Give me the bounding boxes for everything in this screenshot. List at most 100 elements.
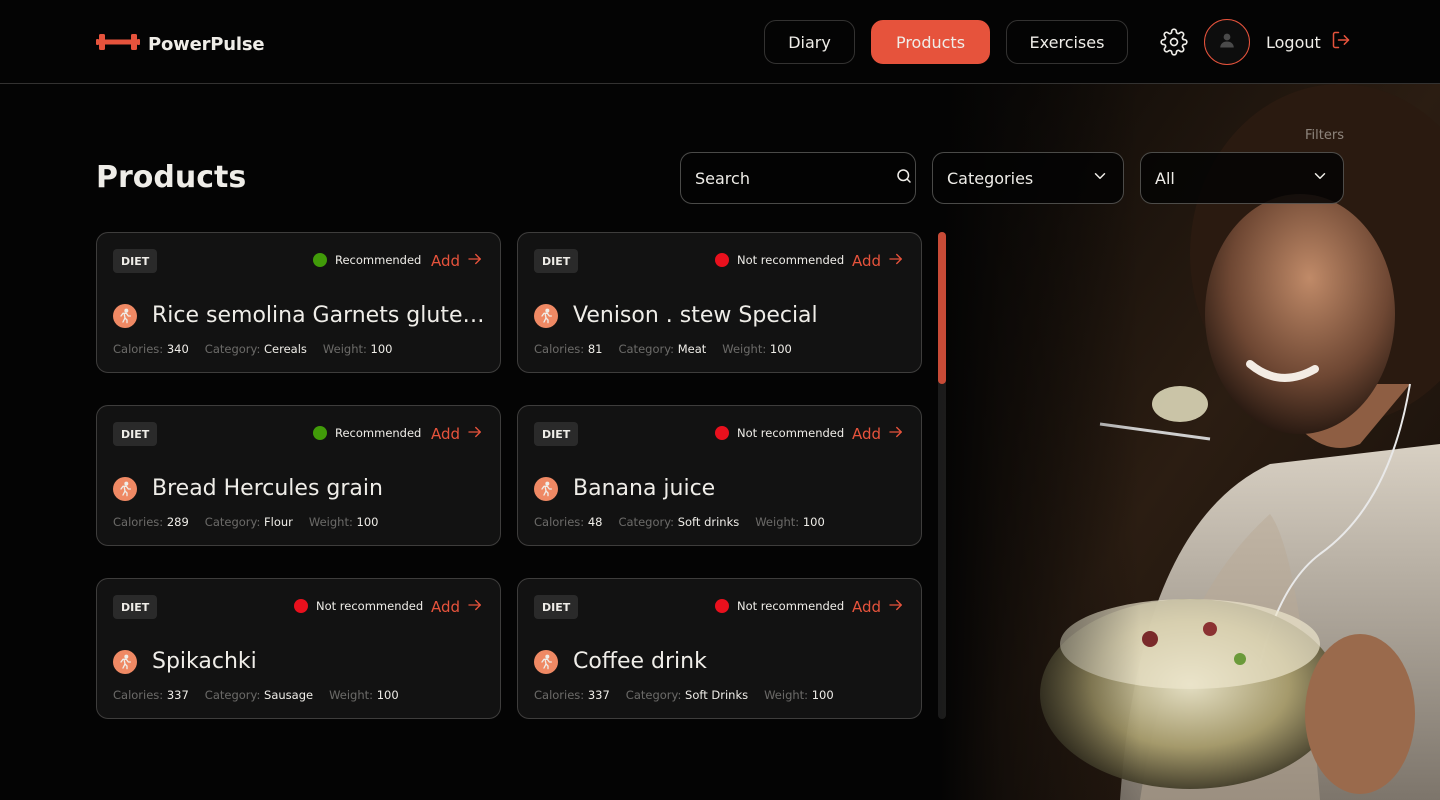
calories-value: 48 <box>587 515 603 529</box>
weight-label: Weight: <box>764 688 809 702</box>
nav-products[interactable]: Products <box>871 20 990 64</box>
add-button[interactable]: Add <box>852 250 905 272</box>
scrollbar-thumb[interactable] <box>938 232 946 384</box>
category-label: Category: <box>204 688 261 702</box>
category-label: Category: <box>204 515 261 529</box>
status-label: Not recommended <box>737 253 845 267</box>
product-card: DIET Not recommended Add Venison . stew Spe… <box>517 232 922 373</box>
diet-badge: DIET <box>113 595 158 619</box>
category-label: Category: <box>618 342 675 356</box>
runner-icon <box>113 649 137 674</box>
logout-icon <box>1331 30 1351 54</box>
product-title-row: Banana juice <box>534 476 909 501</box>
weight-label: Weight: <box>308 515 353 529</box>
runner-icon <box>113 476 137 501</box>
status-label: Not recommended <box>737 599 845 613</box>
runner-icon <box>113 303 137 328</box>
calories-value: 337 <box>587 688 610 702</box>
product-title-row: Rice semolina Garnets gluten-free <box>113 303 488 328</box>
avatar[interactable] <box>1204 19 1250 65</box>
chevron-down-icon <box>1311 167 1329 189</box>
add-button[interactable]: Add <box>852 423 905 445</box>
logo[interactable]: PowerPulse <box>96 30 265 58</box>
search-field[interactable] <box>680 152 916 204</box>
recommendation-select[interactable]: All <box>1140 152 1344 204</box>
product-title: Banana juice <box>573 476 716 501</box>
arrow-right-icon <box>466 250 484 272</box>
calories-label: Calories: <box>534 515 585 529</box>
status-dot <box>715 599 729 613</box>
diet-badge: DIET <box>113 249 158 273</box>
weight-value: 100 <box>356 515 379 529</box>
product-meta: Calories: 289 Category: Flour Weight: 100 <box>113 515 378 529</box>
product-meta: Calories: 340 Category: Cereals Weight: 10… <box>113 342 392 356</box>
weight-value: 100 <box>370 342 393 356</box>
product-title-row: Bread Hercules grain <box>113 476 488 501</box>
add-button[interactable]: Add <box>852 596 905 618</box>
arrow-right-icon <box>887 423 905 445</box>
categories-select[interactable]: Categories <box>932 152 1124 204</box>
calories-value: 289 <box>166 515 189 529</box>
arrow-right-icon <box>887 596 905 618</box>
product-meta: Calories: 81 Category: Meat Weight: 100 <box>534 342 792 356</box>
arrow-right-icon <box>466 596 484 618</box>
recommendation-status: Not recommended <box>715 599 844 613</box>
add-label: Add <box>430 252 460 270</box>
status-dot <box>294 599 308 613</box>
scrollbar[interactable] <box>938 232 946 719</box>
recommendation-status: Recommended <box>313 426 421 440</box>
add-button[interactable]: Add <box>431 596 484 618</box>
recommendation-value: All <box>1155 168 1175 188</box>
page-title: Products <box>96 160 247 195</box>
search-input[interactable] <box>695 168 895 188</box>
product-title: Venison . stew Special <box>573 303 818 328</box>
status-dot <box>715 426 729 440</box>
product-card: DIET Not recommended Add Banana juice Calori… <box>517 405 922 546</box>
calories-label: Calories: <box>534 342 585 356</box>
diet-badge: DIET <box>534 595 579 619</box>
status-label: Not recommended <box>737 426 845 440</box>
user-icon <box>1218 31 1236 53</box>
status-label: Not recommended <box>316 599 424 613</box>
status-dot <box>313 426 327 440</box>
category-value: Sausage <box>264 688 314 702</box>
categories-value: Categories <box>947 168 1034 188</box>
weight-value: 100 <box>376 688 399 702</box>
nav-diary[interactable]: Diary <box>764 20 855 64</box>
logout-button[interactable]: Logout <box>1266 30 1351 54</box>
product-title: Rice semolina Garnets gluten-free <box>152 303 488 328</box>
arrow-right-icon <box>466 423 484 445</box>
product-card: DIET Not recommended Add Spikachki Calories:… <box>96 578 501 719</box>
search-icon[interactable] <box>895 167 913 189</box>
nav-exercises[interactable]: Exercises <box>1006 20 1128 64</box>
recommendation-status: Not recommended <box>294 599 423 613</box>
runner-icon <box>534 303 558 328</box>
add-label: Add <box>851 598 881 616</box>
diet-badge: DIET <box>534 249 579 273</box>
weight-label: Weight: <box>329 688 374 702</box>
product-card: DIET Recommended Add Rice semolina Garnets … <box>96 232 501 373</box>
weight-value: 100 <box>769 342 792 356</box>
product-title-row: Venison . stew Special <box>534 303 909 328</box>
calories-value: 340 <box>166 342 189 356</box>
status-dot <box>313 253 327 267</box>
product-meta: Calories: 337 Category: Soft Drinks Weight… <box>534 688 834 702</box>
status-label: Recommended <box>335 426 422 440</box>
category-label: Category: <box>625 688 682 702</box>
weight-value: 100 <box>802 515 825 529</box>
weight-label: Weight: <box>755 515 800 529</box>
recommendation-status: Not recommended <box>715 253 844 267</box>
add-label: Add <box>430 598 460 616</box>
recommendation-status: Recommended <box>313 253 421 267</box>
runner-icon <box>534 649 558 674</box>
calories-value: 81 <box>587 342 603 356</box>
filters-label: Filters <box>1305 128 1344 143</box>
weight-label: Weight: <box>322 342 367 356</box>
category-label: Category: <box>204 342 261 356</box>
gear-icon[interactable] <box>1160 28 1188 56</box>
category-value: Cereals <box>264 342 307 356</box>
add-button[interactable]: Add <box>431 250 484 272</box>
add-button[interactable]: Add <box>431 423 484 445</box>
add-label: Add <box>430 425 460 443</box>
add-label: Add <box>851 425 881 443</box>
